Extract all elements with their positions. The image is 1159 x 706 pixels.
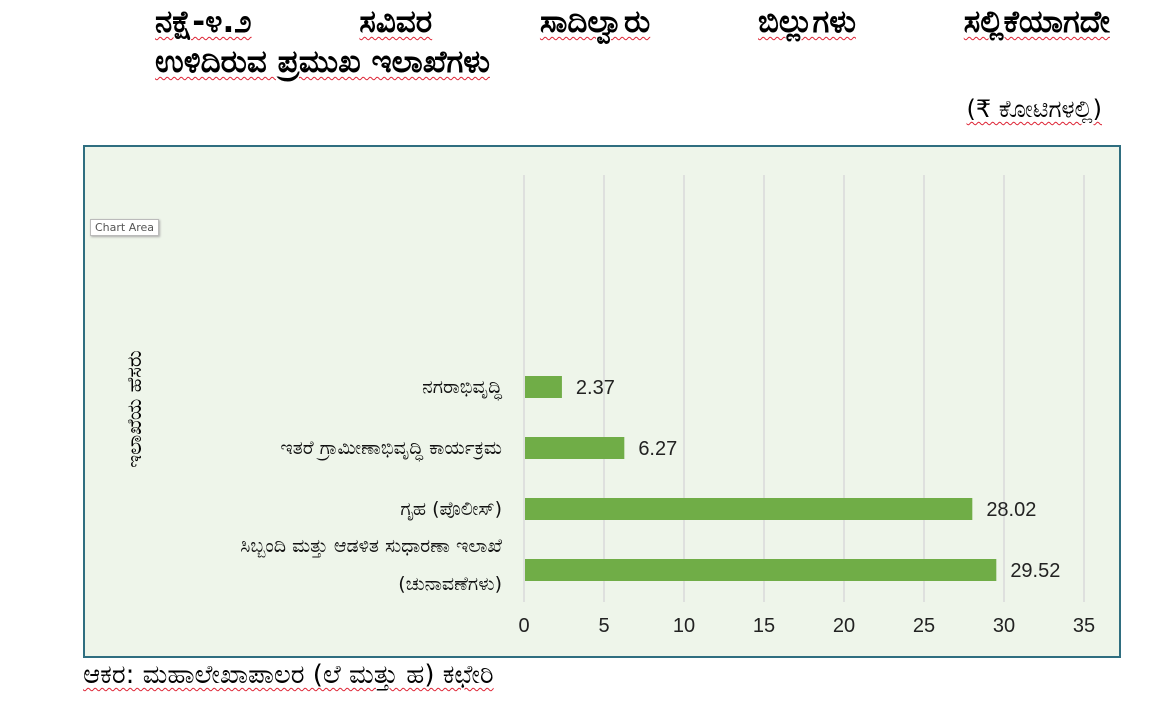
title-word: ಬಿಲ್ಲುಗಳು [758,4,856,40]
category-label: ನಗರಾಭಿವೃದ್ಧಿ [422,376,502,401]
x-tick-label: 5 [598,615,609,637]
bar [525,437,625,459]
data-label: 6.27 [638,438,677,460]
title-word: ಸಲ್ಲಿಕೆಯಾಗದೇ [963,4,1110,40]
title-line-1: ನಕ್ಷೆ-೪.೨ ಸವಿವರ ಸಾದಿಲ್ವಾರು ಬಿಲ್ಲುಗಳು ಸಲ್… [155,2,1110,42]
unit-note: (₹ ಕೋಟಿಗಳಲ್ಲಿ) [966,95,1102,123]
x-tick-label: 0 [518,615,529,637]
chart-area[interactable]: Chart Area ಇಲಾಖೆಯ ಹೆಸರು 0 5 10 15 20 25 30 35 2.… [83,145,1121,658]
title-word: ಸವಿವರ [359,4,433,40]
category-label: ಸಿಬ್ಬಂದಿ ಮತ್ತು ಆಡಳಿತ ಸುಧಾರಣಾ ಇಲಾಖೆ [240,535,502,558]
category-label: ಇತರೆ ಗ್ರಾಮೀಣಾಭಿವೃದ್ಧಿ ಕಾರ್ಯಕ್ರಮ [280,437,502,462]
x-tick-label: 35 [1073,615,1095,637]
data-label: 28.02 [986,499,1036,521]
x-tick-label: 25 [913,615,935,637]
title-word: ನಕ್ಷೆ-೪.೨ [155,4,252,40]
x-tick-label: 20 [833,615,855,637]
x-tick-label: 30 [993,615,1015,637]
chart-title: ನಕ್ಷೆ-೪.೨ ಸವಿವರ ಸಾದಿಲ್ವಾರು ಬಿಲ್ಲುಗಳು ಸಲ್… [155,2,1110,82]
title-word: ಸಾದಿಲ್ವಾರು [539,4,651,40]
bar [525,376,562,398]
data-label: 2.37 [576,377,615,399]
data-label: 29.52 [1010,560,1060,582]
bar [525,559,997,581]
bar [525,498,973,520]
category-label: ಗೃಹ (ಪೊಲೀಸ್) [400,498,502,521]
bar-chart-plot: 0 5 10 15 20 25 30 35 2.37 ನಗರಾಭಿವೃದ್ಧಿ 6.27 ಇತರೆ ಗ… [240,175,1095,637]
source-note: ಆಕರ: ಮಹಾಲೇಖಾಪಾಲರ (ಲೆ ಮತ್ತು ಹ) ಕಛೇರಿ [83,660,494,690]
title-line-2: ಉಳಿದಿರುವ ಪ್ರಮುಖ ಇಲಾಖೆಗಳು [155,44,490,80]
x-tick-label: 15 [753,615,775,637]
x-tick-label: 10 [673,615,695,637]
category-label: (ಚುನಾವಣೆಗಳು) [398,573,502,595]
